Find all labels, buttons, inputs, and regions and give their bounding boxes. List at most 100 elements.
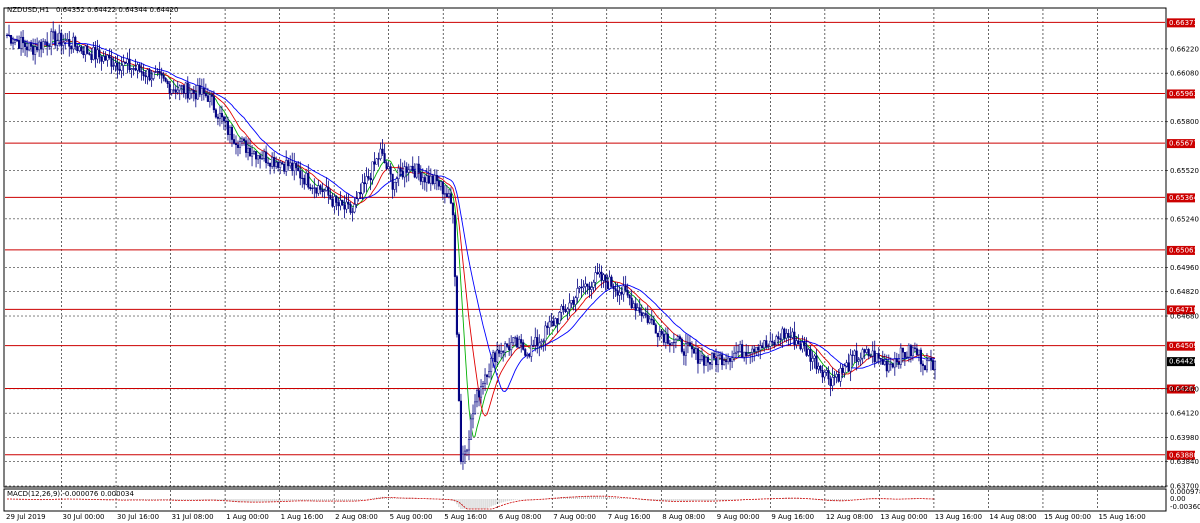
candle-body — [731, 357, 734, 362]
candle-body — [668, 343, 671, 346]
candle-body — [706, 357, 710, 363]
candle-body — [481, 383, 485, 387]
candle-body — [550, 320, 553, 323]
candle-body — [305, 172, 308, 185]
price-chart[interactable]: 0.663730.659630.656770.653640.650610.647… — [0, 0, 1200, 523]
candle-body — [144, 75, 147, 78]
candle-body — [48, 45, 51, 47]
candle-body — [712, 353, 716, 359]
y-tick-label: 0.63980 — [1170, 434, 1199, 442]
candle-body — [891, 363, 894, 368]
candle-body — [787, 333, 790, 338]
candle-body — [271, 157, 274, 167]
candle-body — [650, 318, 653, 321]
candle-body — [931, 360, 935, 370]
candle-body — [100, 56, 103, 62]
candle-body — [188, 92, 191, 99]
symbol-label: NZDUSD,H1 — [7, 6, 49, 14]
y-tick-label: 0.64680 — [1170, 313, 1199, 321]
candle-body — [538, 342, 541, 347]
candle-body — [492, 352, 495, 359]
candle-body — [152, 71, 155, 79]
candle-body — [365, 176, 368, 185]
candle-body — [686, 342, 689, 344]
candle-body — [570, 299, 573, 304]
candle-body — [196, 85, 199, 100]
x-tick-label: 5 Aug 16:00 — [444, 513, 487, 521]
candle-body — [546, 325, 549, 328]
candle-body — [753, 348, 756, 352]
candle-body — [230, 126, 234, 140]
candle-body — [749, 352, 752, 354]
candle-body — [445, 193, 448, 198]
candle-body — [13, 40, 17, 43]
candle-body — [443, 193, 446, 195]
x-tick-label: 1 Aug 00:00 — [226, 513, 269, 521]
x-tick-label: 13 Aug 16:00 — [935, 513, 982, 521]
candle-body — [552, 320, 555, 326]
candle-body — [397, 168, 400, 179]
candle-body — [714, 358, 718, 365]
candle-body — [775, 336, 778, 346]
candle-body — [136, 64, 139, 71]
candle-body — [809, 349, 812, 362]
candle-body — [78, 46, 81, 52]
y-tick-label: 0.64120 — [1170, 410, 1199, 418]
candle-body — [791, 331, 794, 338]
x-tick-label: 5 Aug 00:00 — [390, 513, 433, 521]
candle-body — [847, 362, 850, 372]
ohlc-readout: 0.64352 0.64422 0.64344 0.64420 — [56, 6, 178, 14]
candle-body — [295, 162, 298, 169]
candle-body — [568, 302, 571, 310]
macd-scale-bottom: -0.003603 — [1170, 503, 1200, 511]
candle-body — [134, 68, 137, 71]
candle-body — [843, 365, 846, 373]
candle-body — [560, 305, 563, 313]
candle-body — [526, 354, 529, 356]
x-tick-label: 31 Jul 08:00 — [172, 513, 214, 521]
candle-body — [747, 353, 750, 356]
candle-body — [719, 354, 722, 356]
candle-body — [86, 45, 89, 54]
candle-body — [779, 338, 782, 340]
candle-body — [670, 342, 673, 346]
candle-body — [660, 331, 663, 335]
candle-body — [407, 169, 410, 173]
candle-body — [15, 40, 19, 42]
candle-body — [590, 287, 593, 290]
candle-body — [415, 163, 418, 178]
candle-body — [516, 337, 519, 348]
macd-label: MACD(12,26,9) -0.000076 0.000034 — [7, 490, 134, 498]
candle-body — [204, 93, 207, 96]
level-tag-label: 0.66373 — [1169, 19, 1198, 27]
candle-body — [642, 313, 645, 316]
candle-body — [449, 193, 452, 204]
candle-body — [586, 283, 589, 287]
candle-body — [849, 354, 852, 372]
candle-body — [865, 349, 868, 353]
candle-body — [863, 349, 866, 353]
candle-body — [638, 307, 641, 313]
candle-body — [542, 340, 545, 342]
candle-body — [96, 49, 99, 60]
candle-body — [236, 144, 240, 148]
x-tick-label: 30 Jul 16:00 — [117, 513, 159, 521]
candle-body — [604, 274, 607, 283]
candle-body — [88, 53, 91, 55]
candle-body — [628, 294, 631, 299]
candle-body — [403, 166, 406, 178]
candle-body — [341, 200, 344, 206]
candle-body — [465, 449, 469, 452]
candle-body — [620, 292, 623, 295]
price-axis: 0.66220 0.66080 0.65800 0.65520 0.65240 0.649… — [1165, 45, 1199, 491]
candle-body — [178, 85, 181, 91]
candle-body — [522, 342, 525, 350]
candle-body — [66, 39, 69, 41]
candle-body — [504, 343, 507, 353]
candle-body — [562, 305, 565, 310]
candle-body — [769, 340, 772, 347]
candle-body — [652, 319, 655, 326]
candle-body — [512, 337, 515, 343]
candle-body — [839, 367, 842, 382]
moving-averages — [7, 34, 936, 437]
